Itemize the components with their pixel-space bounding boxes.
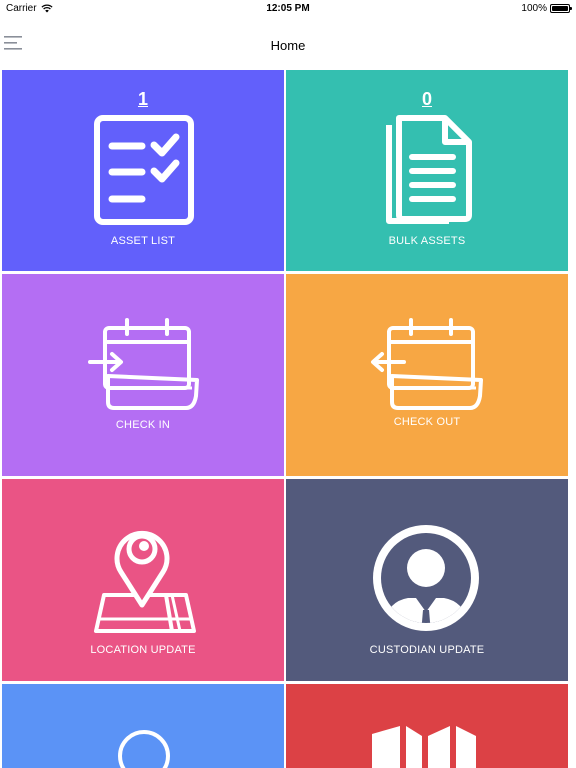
circle-tile[interactable] xyxy=(2,684,284,768)
circle-icon xyxy=(118,730,170,768)
folded-map-icon xyxy=(372,726,476,768)
bulk-assets-tile[interactable]: 0 BULK ASSETS xyxy=(286,70,568,271)
calendar-arrow-out-icon xyxy=(371,318,483,410)
battery-percent: 100% xyxy=(521,3,547,14)
calendar-arrow-in-icon xyxy=(88,318,199,410)
folded-map-tile[interactable] xyxy=(286,684,568,768)
bulk-assets-count: 0 xyxy=(421,89,432,109)
asset-list-count: 1 xyxy=(137,89,148,109)
check-in-label: CHECK IN xyxy=(115,419,171,431)
page-title: Home xyxy=(270,38,306,53)
bulk-assets-label: BULK ASSETS xyxy=(388,235,466,247)
location-update-tile[interactable]: LOCATION UPDATE xyxy=(2,479,284,681)
custodian-update-tile[interactable]: CUSTODIAN UPDATE xyxy=(286,479,568,681)
battery-fill xyxy=(552,6,568,11)
custodian-update-label: CUSTODIAN UPDATE xyxy=(369,644,485,656)
checklist-icon xyxy=(94,115,194,225)
status-battery-group: 100% xyxy=(521,3,572,14)
battery-icon xyxy=(550,4,572,13)
check-out-tile[interactable]: CHECK OUT xyxy=(286,274,568,476)
location-update-label: LOCATION UPDATE xyxy=(90,644,196,656)
documents-icon xyxy=(386,115,472,224)
home-screen: Carrier 12:05 PM 100% Home 1 ASSET LIST … xyxy=(0,0,576,768)
status-bar: Carrier 12:05 PM 100% xyxy=(0,0,576,18)
asset-list-label: ASSET LIST xyxy=(110,235,176,247)
asset-list-tile[interactable]: 1 ASSET LIST xyxy=(2,70,284,271)
user-avatar-icon xyxy=(373,525,479,631)
nav-bar: Home xyxy=(0,18,576,68)
status-time: 12:05 PM xyxy=(266,3,310,14)
check-in-tile[interactable]: CHECK IN xyxy=(2,274,284,476)
check-out-label: CHECK OUT xyxy=(393,416,461,428)
map-pin-icon xyxy=(94,530,196,633)
